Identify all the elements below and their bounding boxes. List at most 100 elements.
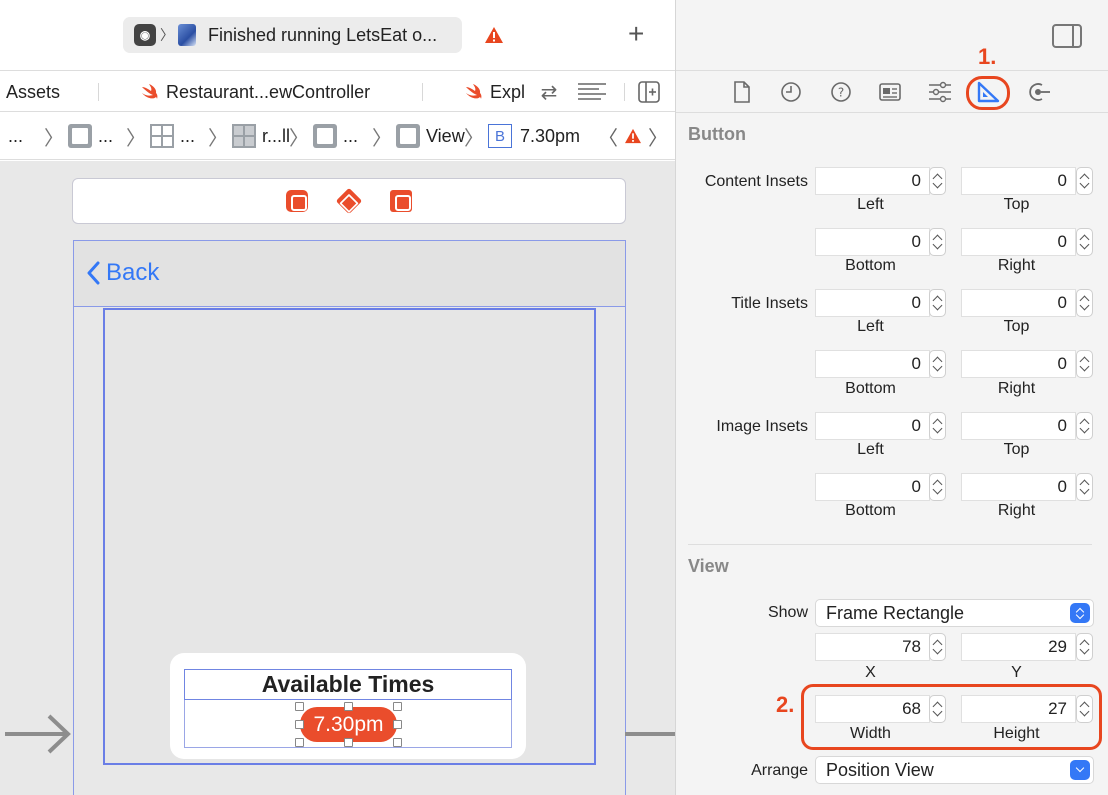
stepper[interactable] [929, 167, 946, 195]
first-responder-icon[interactable] [335, 187, 363, 215]
entry-point-arrow-icon[interactable] [5, 714, 71, 754]
available-times-label[interactable]: Available Times [184, 669, 512, 700]
swap-arrows-icon[interactable]: ⇄ [536, 80, 562, 104]
stepper[interactable] [1076, 350, 1093, 378]
breadcrumb-item[interactable]: 〉 View [372, 124, 465, 150]
add-editor-icon[interactable] [638, 80, 660, 104]
tab-label: Assets [6, 81, 61, 102]
title-insets-bottom-field[interactable]: 0 [815, 350, 930, 378]
resize-handle[interactable] [344, 702, 353, 711]
times-container[interactable]: 7.30pm [184, 700, 512, 748]
exit-icon[interactable] [390, 190, 412, 212]
help-inspector-icon[interactable]: ? [829, 80, 853, 104]
stepper[interactable] [929, 289, 946, 317]
resize-handle[interactable] [393, 720, 402, 729]
stepper[interactable] [929, 228, 946, 256]
bottom-label: Bottom [845, 502, 896, 519]
breadcrumb-item[interactable]: 〉 r...ll [208, 124, 291, 150]
back-button[interactable]: Back [86, 259, 159, 287]
title-insets-top-field[interactable]: 0 [961, 289, 1076, 317]
stepper[interactable] [1076, 473, 1093, 501]
issue-navigator[interactable]: 〈 〉 [598, 122, 668, 151]
resize-handle[interactable] [393, 738, 402, 747]
left-label: Left [857, 318, 884, 335]
history-inspector-icon[interactable] [779, 80, 803, 104]
top-label: Top [1003, 196, 1030, 213]
view-controller-dock-icon[interactable] [286, 190, 308, 212]
stepper[interactable] [929, 695, 946, 723]
resize-handle[interactable] [393, 702, 402, 711]
stepper[interactable] [1076, 412, 1093, 440]
available-times-cell[interactable]: Available Times 7.30pm [170, 653, 526, 759]
view-controller-icon [68, 124, 92, 148]
breadcrumb-item-current[interactable]: 〉 B 7.30pm [464, 124, 580, 150]
content-insets-right-field[interactable]: 0 [961, 228, 1076, 256]
title-insets-right-field[interactable]: 0 [961, 350, 1076, 378]
arrange-popup[interactable]: Position View [815, 756, 1094, 784]
connections-inspector-icon[interactable] [1027, 80, 1051, 104]
stepper[interactable] [1076, 695, 1093, 723]
breadcrumb-item[interactable]: 〉 ... [289, 124, 359, 150]
image-insets-bottom-field[interactable]: 0 [815, 473, 930, 501]
breadcrumb-label: ... [343, 125, 359, 146]
add-tab-button[interactable]: + [628, 20, 644, 48]
stepper[interactable] [1076, 633, 1093, 661]
breadcrumb-item[interactable]: ... [8, 124, 23, 148]
stepper[interactable] [929, 412, 946, 440]
arrange-value: Position View [826, 760, 934, 780]
file-inspector-icon[interactable] [730, 80, 754, 104]
view-icon [396, 124, 420, 148]
stepper[interactable] [929, 350, 946, 378]
height-label: Height [993, 725, 1040, 742]
show-label: Show [767, 604, 808, 621]
show-popup[interactable]: Frame Rectangle [815, 599, 1094, 627]
breadcrumb-label: r...ll [262, 125, 291, 146]
storyboard-canvas[interactable]: Back Available Times 7.30pm [0, 161, 676, 795]
chevron-right-icon: 〉 [44, 127, 64, 150]
y-field[interactable]: 29 [961, 633, 1076, 661]
tab-label: Expl [490, 81, 526, 102]
stepper[interactable] [1076, 289, 1093, 317]
resize-handle[interactable] [295, 738, 304, 747]
breadcrumb-item[interactable]: 〉 ... [126, 124, 195, 150]
popup-chevrons-icon [1070, 603, 1090, 623]
tab-assets[interactable]: Assets [6, 71, 60, 113]
editor-options-icon[interactable] [576, 80, 608, 104]
height-field[interactable]: 27 [961, 695, 1076, 723]
image-insets-right-field[interactable]: 0 [961, 473, 1076, 501]
width-field[interactable]: 68 [815, 695, 930, 723]
content-insets-left-field[interactable]: 0 [815, 167, 930, 195]
content-insets-top-field[interactable]: 0 [961, 167, 1076, 195]
title-insets-label: Title Insets [731, 295, 808, 312]
chevron-right-icon[interactable]: 〉 [648, 122, 668, 151]
inspector-toggle-icon[interactable] [1052, 24, 1082, 48]
resize-handle[interactable] [344, 738, 353, 747]
image-insets-left-field[interactable]: 0 [815, 412, 930, 440]
tab-restaurant-controller[interactable]: Restaurant...ewController [140, 71, 370, 113]
activity-status[interactable]: ◉ 〉 Finished running LetsEat o... [123, 17, 462, 53]
breadcrumb-item[interactable]: 〉 ... [44, 124, 113, 150]
stepper[interactable] [1076, 228, 1093, 256]
x-field[interactable]: 78 [815, 633, 930, 661]
identity-inspector-icon[interactable] [878, 80, 902, 104]
time-button[interactable]: 7.30pm [300, 707, 397, 742]
tab-label: Restaurant...ewController [166, 81, 371, 102]
resize-handle[interactable] [295, 720, 304, 729]
content-insets-bottom-field[interactable]: 0 [815, 228, 930, 256]
chevron-left-icon[interactable]: 〈 [598, 122, 618, 151]
stepper[interactable] [929, 633, 946, 661]
chevron-right-icon: 〉 [160, 27, 174, 43]
stepper[interactable] [1076, 167, 1093, 195]
title-bar: ◉ 〉 Finished running LetsEat o... + [0, 0, 676, 70]
editor-area: ◉ 〉 Finished running LetsEat o... + Asse… [0, 0, 676, 795]
resize-handle[interactable] [295, 702, 304, 711]
stepper[interactable] [929, 473, 946, 501]
title-insets-left-field[interactable]: 0 [815, 289, 930, 317]
attributes-inspector-icon[interactable] [928, 80, 952, 104]
tab-explore[interactable]: Expl [464, 71, 525, 113]
table-cell-icon [232, 124, 256, 148]
image-insets-top-field[interactable]: 0 [961, 412, 1076, 440]
breadcrumb-label: View [426, 125, 465, 146]
chevron-right-icon: 〉 [289, 127, 309, 150]
warning-icon[interactable] [484, 26, 504, 44]
